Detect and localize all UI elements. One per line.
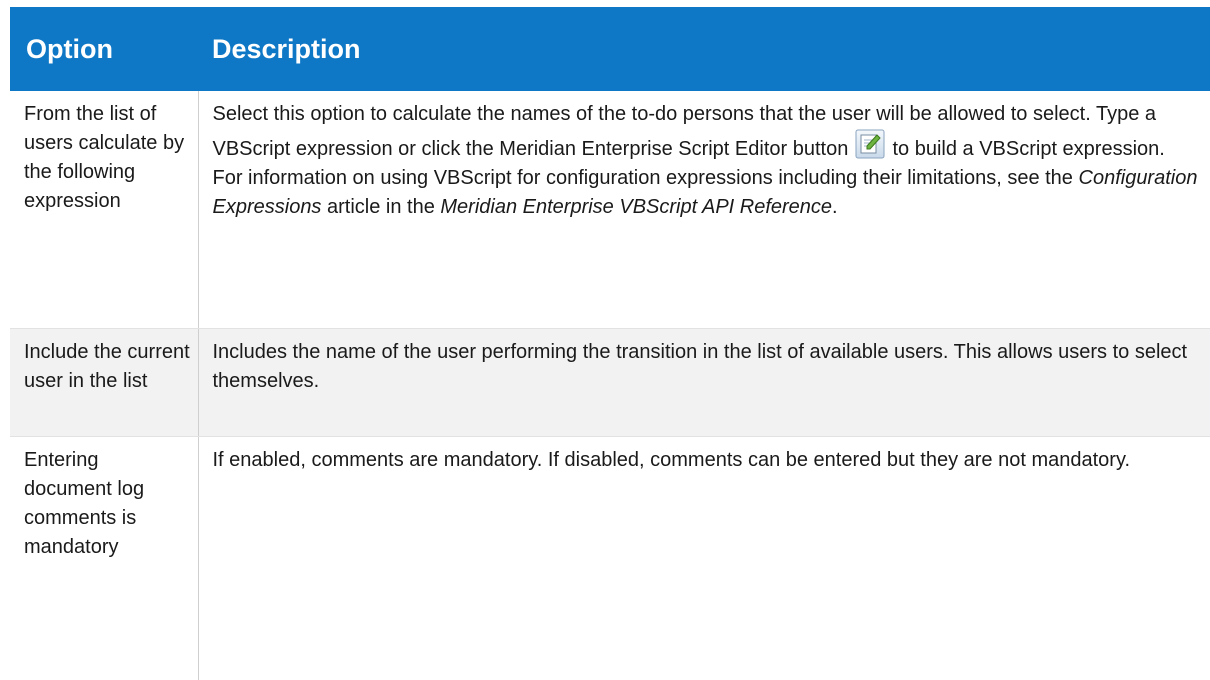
description-text: article in the bbox=[321, 196, 440, 218]
header-description: Description bbox=[198, 7, 1210, 91]
table-row: Include the current user in the list Inc… bbox=[10, 329, 1210, 437]
description-cell: Includes the name of the user performing… bbox=[198, 329, 1210, 437]
table-row: Entering document log comments is mandat… bbox=[10, 437, 1210, 680]
table-row: From the list of users calculate by the … bbox=[10, 91, 1210, 329]
description-text: . bbox=[832, 196, 838, 218]
option-cell: Include the current user in the list bbox=[10, 329, 198, 437]
option-cell: Entering document log comments is mandat… bbox=[10, 437, 198, 680]
description-cell: Select this option to calculate the name… bbox=[198, 91, 1210, 329]
doc-reference: Meridian Enterprise VBScript API Referen… bbox=[440, 196, 832, 218]
header-option: Option bbox=[10, 7, 198, 91]
table-header-row: Option Description bbox=[10, 7, 1210, 91]
description-cell: If enabled, comments are mandatory. If d… bbox=[198, 437, 1210, 680]
option-cell: From the list of users calculate by the … bbox=[10, 91, 198, 329]
script-editor-icon[interactable] bbox=[855, 129, 885, 159]
options-table: Option Description From the list of user… bbox=[10, 7, 1210, 680]
